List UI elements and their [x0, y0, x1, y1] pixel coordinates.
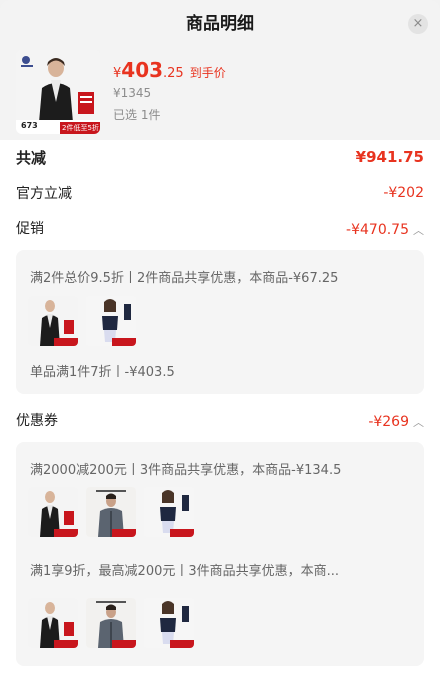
original-price: ¥1345	[113, 86, 152, 100]
coupon-label: 优惠券	[16, 413, 58, 429]
chevron-up-icon[interactable]: ︿	[413, 222, 424, 238]
promo-rule-1: 满2件总价9.5折丨2件商品共享优惠，本商品-¥67.25	[30, 271, 339, 286]
promo-row[interactable]: 促销 -¥470.75 ︿	[16, 217, 424, 239]
coupon-value: -¥269	[368, 413, 409, 430]
sheet-header: 商品明细 ×	[0, 0, 440, 48]
total-discount-value: ¥941.75	[355, 148, 424, 166]
selected-quantity: 已选 1件	[113, 108, 161, 122]
item-thumb-vest[interactable]	[144, 487, 194, 537]
sheet-title: 商品明细	[186, 14, 254, 34]
coupon-rule-1: 满2000减200元丨3件商品共享优惠，本商品-¥134.5	[30, 463, 342, 478]
item-thumb-shirt[interactable]	[86, 487, 136, 537]
total-discount-label: 共减	[16, 148, 47, 167]
item-thumb-blazer[interactable]	[28, 487, 78, 537]
price-integer: 403	[121, 58, 164, 82]
coupon-detail-card: 满2000减200元丨3件商品共享优惠，本商品-¥134.5 满1享9折，最高减…	[16, 442, 424, 666]
thumb-price-label: 673	[21, 121, 38, 130]
official-discount-value: -¥202	[383, 185, 424, 201]
vest-image	[86, 296, 136, 346]
official-discount-label: 官方立减	[16, 186, 72, 202]
coupon-rule-1-thumbs	[28, 487, 194, 537]
product-thumbnail[interactable]: 673 2件低至5折	[16, 50, 100, 134]
price-tag: 到手价	[189, 66, 226, 80]
promo-value: -¥470.75	[346, 221, 409, 238]
item-thumb-shirt[interactable]	[86, 598, 136, 648]
official-discount-row: 官方立减 -¥202	[16, 182, 424, 204]
coupon-row[interactable]: 优惠券 -¥269 ︿	[16, 409, 424, 431]
price-decimal: .25	[163, 66, 184, 81]
coupon-rule-2-thumbs	[28, 598, 194, 648]
final-price: ¥ 403 .25 到手价	[113, 58, 226, 82]
product-summary: 673 2件低至5折 ¥ 403 .25 到手价 ¥1345 已选 1件	[0, 48, 440, 140]
close-icon[interactable]: ×	[408, 14, 428, 34]
shirt-image	[86, 487, 136, 537]
shirt-image	[86, 598, 136, 648]
blazer-image	[28, 296, 78, 346]
item-thumb-blazer[interactable]	[28, 296, 78, 346]
promo-label: 促销	[16, 221, 44, 237]
promo-rule-2: 单品满1件7折丨-¥403.5	[30, 365, 175, 380]
blazer-image	[28, 598, 78, 648]
coupon-value-group[interactable]: -¥269 ︿	[368, 411, 424, 430]
product-detail-sheet: 商品明细 × 673 2件低至5折 ¥ 403 .25 到手价 ¥1345 已选…	[0, 0, 440, 681]
chevron-up-icon[interactable]: ︿	[413, 414, 424, 430]
promo-detail-card: 满2件总价9.5折丨2件商品共享优惠，本商品-¥67.25 单品满1件7折丨-¥…	[16, 250, 424, 394]
promo-rule-1-thumbs	[28, 296, 136, 346]
price-box: ¥ 403 .25 到手价 ¥1345 已选 1件	[113, 58, 226, 123]
discount-panel: 共减 ¥941.75 官方立减 -¥202 促销 -¥470.75 ︿ 满2件总价…	[0, 140, 440, 681]
price-currency: ¥	[113, 66, 122, 81]
total-discount-row: 共减 ¥941.75	[16, 146, 424, 168]
thumb-promo-label: 2件低至5折	[62, 124, 99, 132]
vest-image	[144, 487, 194, 537]
item-thumb-vest[interactable]	[86, 296, 136, 346]
blazer-image	[28, 487, 78, 537]
coupon-rule-2: 满1享9折，最高减200元丨3件商品共享优惠，本商...	[30, 564, 340, 579]
promo-value-group[interactable]: -¥470.75 ︿	[346, 219, 424, 238]
vest-image	[144, 598, 194, 648]
item-thumb-vest[interactable]	[144, 598, 194, 648]
item-thumb-blazer[interactable]	[28, 598, 78, 648]
